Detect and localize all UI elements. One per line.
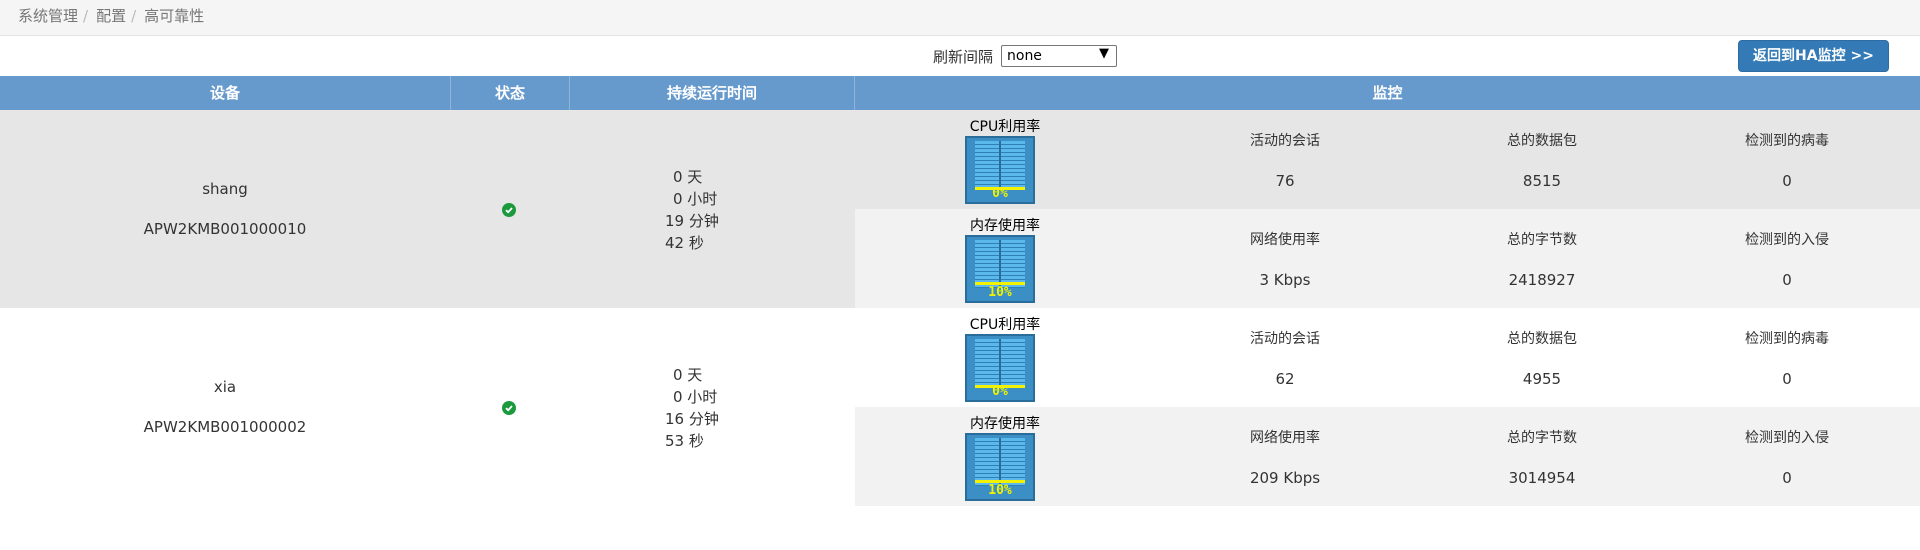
memory-gauge-label: 内存使用率: [970, 218, 1040, 234]
metric-packets: 总的数据包 8515: [1442, 130, 1642, 190]
metric-label: 检测到的入侵: [1745, 430, 1829, 446]
refresh-interval-label: 刷新间隔: [933, 48, 994, 66]
metric-value: 76: [1275, 172, 1295, 190]
device-serial: APW2KMB001000010: [143, 220, 307, 238]
check-circle-icon: [502, 401, 516, 415]
memory-percent: 10%: [988, 285, 1012, 300]
column-header-device: 设备: [0, 76, 451, 110]
metric-value: 2418927: [1508, 271, 1576, 289]
breadcrumb-separator: /: [83, 7, 89, 25]
metric-bytes: 总的字节数 2418927: [1442, 229, 1642, 289]
breadcrumb-item-system[interactable]: 系统管理: [18, 7, 78, 25]
column-header-uptime: 持续运行时间: [570, 76, 855, 110]
uptime-display: 0 天 0 小时 19 分钟 42 秒: [570, 166, 810, 254]
memory-percent: 10%: [988, 483, 1012, 498]
table-row: shang APW2KMB001000010 0 天 0 小时 19 分钟 42…: [0, 110, 1920, 308]
metric-value: 0: [1782, 271, 1792, 289]
dropdown-caret-icon: ▼: [1099, 46, 1109, 61]
monitor-row-cpu: CPU利用率 0% 活动的会话 76 总的数据包 8515 检测到的病毒 0: [855, 110, 1920, 209]
breadcrumb: 系统管理 / 配置 / 高可靠性: [0, 0, 1920, 36]
return-to-ha-monitor-button[interactable]: 返回到HA监控 >>: [1738, 40, 1889, 72]
device-name: shang: [202, 180, 248, 198]
cpu-gauge: 0%: [965, 334, 1035, 402]
metric-intrusions: 检测到的入侵 0: [1687, 229, 1887, 289]
memory-gauge: 10%: [965, 433, 1035, 501]
metric-packets: 总的数据包 4955: [1442, 328, 1642, 388]
metric-sessions: 活动的会话 62: [1185, 328, 1385, 388]
memory-gauge: 10%: [965, 235, 1035, 303]
column-header-monitor: 监控: [1372, 84, 1403, 102]
cpu-percent: 0%: [992, 384, 1008, 399]
metric-value: 3 Kbps: [1259, 271, 1311, 289]
monitor-row-cpu: CPU利用率 0% 活动的会话 62 总的数据包 4955 检测到的病毒 0: [855, 308, 1920, 407]
metric-sessions: 活动的会话 76: [1185, 130, 1385, 190]
metric-value: 0: [1782, 172, 1792, 190]
metric-label: 总的数据包: [1507, 331, 1577, 347]
device-serial: APW2KMB001000002: [143, 418, 307, 436]
metric-label: 活动的会话: [1250, 133, 1320, 149]
monitor-row-memory: 内存使用率 10% 网络使用率 209 Kbps 总的字节数 3014954 检测到…: [855, 407, 1920, 506]
table-header: 设备 状态 持续运行时间 监控: [0, 76, 1920, 110]
device-info-cell: shang APW2KMB001000010 0 天 0 小时 19 分钟 42…: [0, 110, 855, 308]
metric-value: 0: [1782, 370, 1792, 388]
column-header-status: 状态: [451, 76, 570, 110]
uptime-display: 0 天 0 小时 16 分钟 53 秒: [570, 364, 810, 452]
monitor-row-memory: 内存使用率 10% 网络使用率 3 Kbps 总的字节数 2418927 检测到的入…: [855, 209, 1920, 308]
metric-label: 活动的会话: [1250, 331, 1320, 347]
breadcrumb-separator: /: [131, 7, 137, 25]
metric-label: 网络使用率: [1250, 232, 1320, 248]
cpu-gauge-label: CPU利用率: [969, 317, 1041, 333]
refresh-interval-select[interactable]: none ▼: [1001, 45, 1117, 67]
device-name: xia: [213, 378, 237, 396]
metric-intrusions: 检测到的入侵 0: [1687, 427, 1887, 487]
breadcrumb-item-config[interactable]: 配置: [96, 7, 126, 25]
metric-label: 检测到的病毒: [1745, 331, 1829, 347]
metric-value: 0: [1782, 469, 1792, 487]
metric-label: 总的数据包: [1507, 133, 1577, 149]
metric-label: 检测到的病毒: [1745, 133, 1829, 149]
metric-value: 209 Kbps: [1249, 469, 1321, 487]
metric-label: 总的字节数: [1507, 232, 1577, 248]
metric-value: 62: [1275, 370, 1295, 388]
metric-label: 检测到的入侵: [1745, 232, 1829, 248]
refresh-interval-value: none: [1007, 48, 1042, 64]
breadcrumb-item-ha: 高可靠性: [144, 7, 205, 25]
metric-label: 总的字节数: [1507, 430, 1577, 446]
metric-viruses: 检测到的病毒 0: [1687, 130, 1887, 190]
metric-value: 3014954: [1508, 469, 1576, 487]
metric-value: 4955: [1522, 370, 1562, 388]
metric-bytes: 总的字节数 3014954: [1442, 427, 1642, 487]
memory-gauge-label: 内存使用率: [970, 416, 1040, 432]
metric-label: 网络使用率: [1250, 430, 1320, 446]
metric-value: 8515: [1522, 172, 1562, 190]
metric-network: 网络使用率 209 Kbps: [1185, 427, 1385, 487]
toolbar: 刷新间隔 none ▼ 返回到HA监控 >>: [0, 37, 1920, 76]
metric-viruses: 检测到的病毒 0: [1687, 328, 1887, 388]
metric-network: 网络使用率 3 Kbps: [1185, 229, 1385, 289]
cpu-percent: 0%: [992, 186, 1008, 201]
table-row: xia APW2KMB001000002 0 天 0 小时 16 分钟 53 秒…: [0, 308, 1920, 506]
cpu-gauge: 0%: [965, 136, 1035, 204]
check-circle-icon: [502, 203, 516, 217]
device-info-cell: xia APW2KMB001000002 0 天 0 小时 16 分钟 53 秒: [0, 308, 855, 506]
cpu-gauge-label: CPU利用率: [969, 119, 1041, 135]
